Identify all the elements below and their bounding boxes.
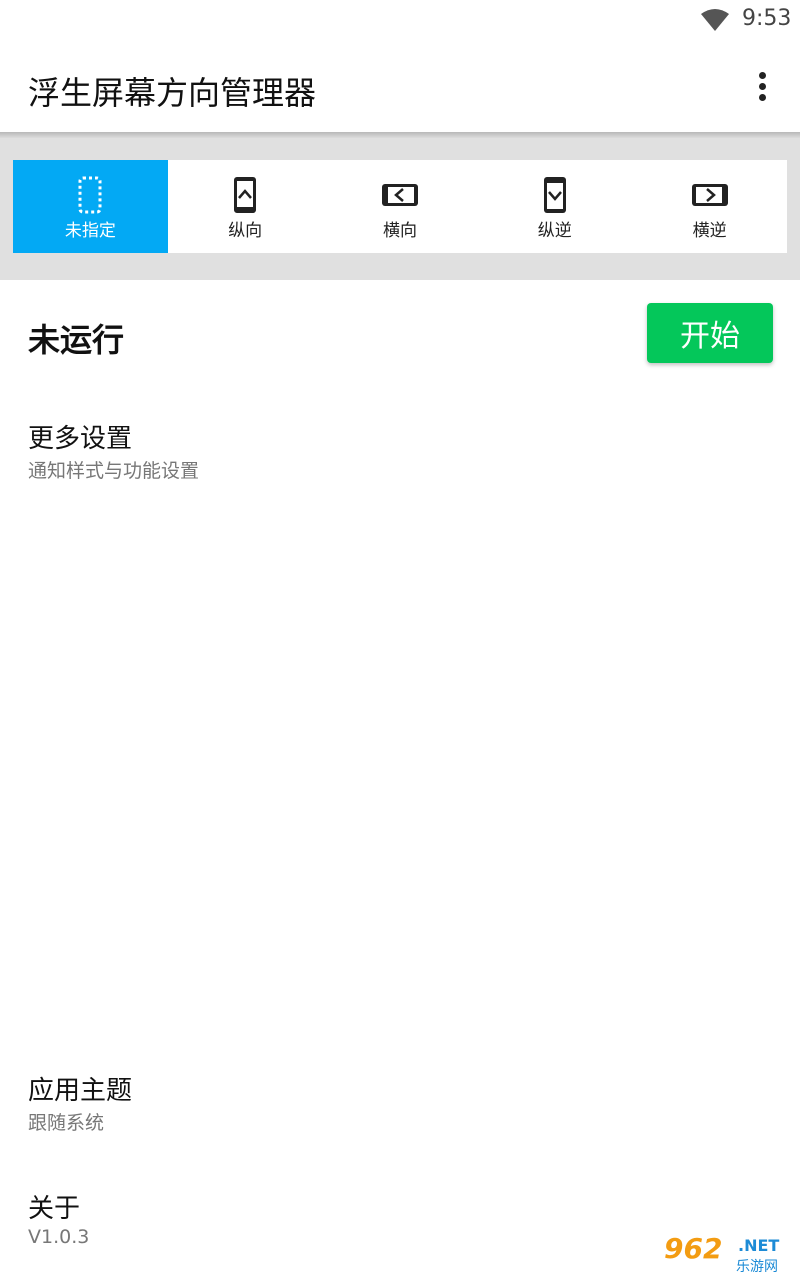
orientation-label: 纵向 <box>228 221 263 241</box>
wifi-icon <box>701 9 729 31</box>
app-title: 浮生屏幕方向管理器 <box>28 74 317 112</box>
setting-subtitle: V1.0.3 <box>28 1226 90 1248</box>
watermark-logo: 962 .NET 乐游网 <box>660 1232 794 1276</box>
watermark-number: 962 <box>664 1232 723 1265</box>
status-bar: 9:53 <box>0 0 800 44</box>
watermark-site: 乐游网 <box>736 1259 778 1275</box>
orientation-selector: 未指定 纵向 横向 纵逆 横逆 <box>13 160 787 253</box>
watermark-suffix: .NET <box>738 1236 780 1255</box>
orientation-label: 横逆 <box>692 221 727 241</box>
orientation-option-landscape[interactable]: 横向 <box>323 160 478 253</box>
service-status: 未运行 <box>28 321 125 359</box>
orientation-label: 横向 <box>382 221 417 241</box>
landscape-icon <box>381 184 418 206</box>
setting-subtitle: 跟随系统 <box>28 1112 105 1134</box>
start-button[interactable]: 开始 <box>647 303 773 363</box>
orientation-option-reverse-landscape[interactable]: 横逆 <box>632 160 787 253</box>
orientation-label: 未指定 <box>64 221 116 241</box>
orientation-option-unspecified[interactable]: 未指定 <box>13 160 168 253</box>
orientation-option-reverse-portrait[interactable]: 纵逆 <box>477 160 632 253</box>
setting-title: 应用主题 <box>28 1076 133 1106</box>
setting-more-settings[interactable]: 更多设置 通知样式与功能设置 <box>0 418 800 488</box>
unspecified-orientation-icon <box>78 176 102 214</box>
orientation-option-portrait[interactable]: 纵向 <box>168 160 323 253</box>
setting-title: 更多设置 <box>28 424 133 454</box>
portrait-icon <box>234 177 257 213</box>
more-vert-icon[interactable] <box>748 70 778 104</box>
app-bar: 浮生屏幕方向管理器 <box>0 44 800 132</box>
status-time: 9:53 <box>742 6 792 31</box>
orientation-panel: 未指定 纵向 横向 纵逆 横逆 <box>0 138 800 280</box>
orientation-label: 纵逆 <box>537 221 572 241</box>
setting-subtitle: 通知样式与功能设置 <box>28 460 200 482</box>
reverse-landscape-icon <box>691 184 728 206</box>
setting-app-theme[interactable]: 应用主题 跟随系统 <box>0 1070 800 1140</box>
setting-title: 关于 <box>28 1194 81 1224</box>
reverse-portrait-icon <box>543 177 566 213</box>
